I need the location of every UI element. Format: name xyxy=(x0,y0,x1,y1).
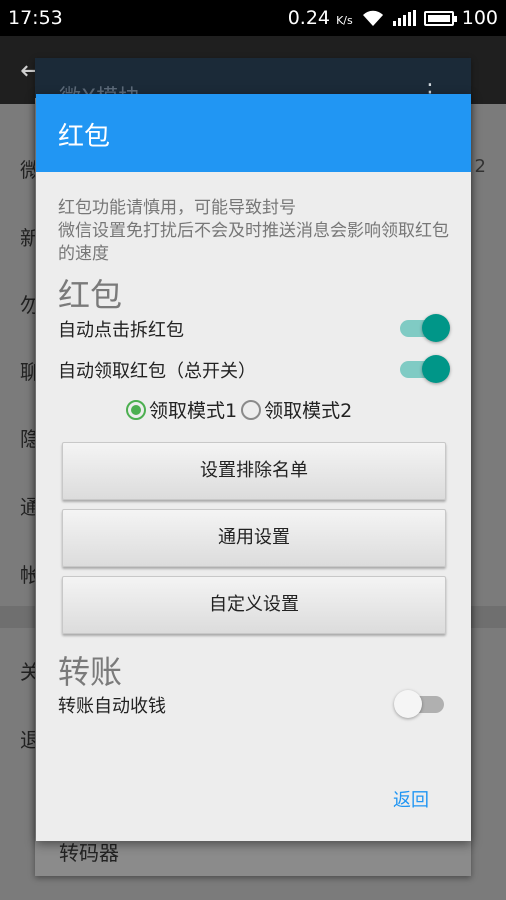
auto-receive-label: 自动领取红包（总开关） xyxy=(58,361,256,382)
mode1-radio[interactable]: 领取模式1 xyxy=(126,396,237,423)
mode-radio-group: 领取模式1 领取模式2 xyxy=(126,396,356,423)
redpacket-dialog: 红包 红包功能请慎用，可能导致封号 微信设置免打扰后不会及时推送消息会影响领取红… xyxy=(36,94,471,841)
network-speed-value: 0.24 xyxy=(287,7,331,29)
general-settings-button[interactable]: 通用设置 xyxy=(62,509,446,567)
status-time: 17:53 xyxy=(8,7,63,29)
section-title-redpacket: 红包 xyxy=(58,276,123,314)
transfer-auto-switch[interactable] xyxy=(394,688,448,718)
custom-settings-button[interactable]: 自定义设置 xyxy=(62,576,446,634)
mode1-label: 领取模式1 xyxy=(149,400,238,422)
exclude-list-button[interactable]: 设置排除名单 xyxy=(62,442,446,500)
switch-thumb xyxy=(422,314,450,342)
battery-level: 100 xyxy=(461,7,498,29)
mode2-label: 领取模式2 xyxy=(264,400,353,422)
radio-checked-icon xyxy=(126,399,146,420)
auto-receive-switch[interactable] xyxy=(396,353,450,383)
mode2-radio[interactable]: 领取模式2 xyxy=(241,396,352,423)
auto-open-label: 自动点击拆红包 xyxy=(58,320,184,341)
network-speed: 0.24 K/s xyxy=(288,7,353,29)
switch-thumb xyxy=(394,690,422,718)
section-title-transfer: 转账 xyxy=(58,653,123,691)
warning-text: 红包功能请慎用，可能导致封号 微信设置免打扰后不会及时推送消息会影响领取红包的速… xyxy=(58,198,449,264)
radio-unchecked-icon xyxy=(241,399,262,420)
back-button[interactable]: 返回 xyxy=(393,786,429,812)
cell-signal-icon xyxy=(392,10,416,26)
status-bar: 17:53 0.24 K/s 100 xyxy=(0,0,506,36)
dialog-header: 红包 xyxy=(36,94,471,172)
underlying-dialog-footer: 转码器 xyxy=(59,841,119,865)
switch-thumb xyxy=(422,355,450,383)
network-speed-unit: K/s xyxy=(336,14,353,27)
auto-open-switch[interactable] xyxy=(396,312,450,342)
transfer-auto-label: 转账自动收钱 xyxy=(58,696,166,717)
bg-count: 2 xyxy=(474,156,486,177)
wifi-icon xyxy=(361,9,385,27)
dialog-title: 红包 xyxy=(58,122,111,152)
battery-icon xyxy=(423,10,457,26)
